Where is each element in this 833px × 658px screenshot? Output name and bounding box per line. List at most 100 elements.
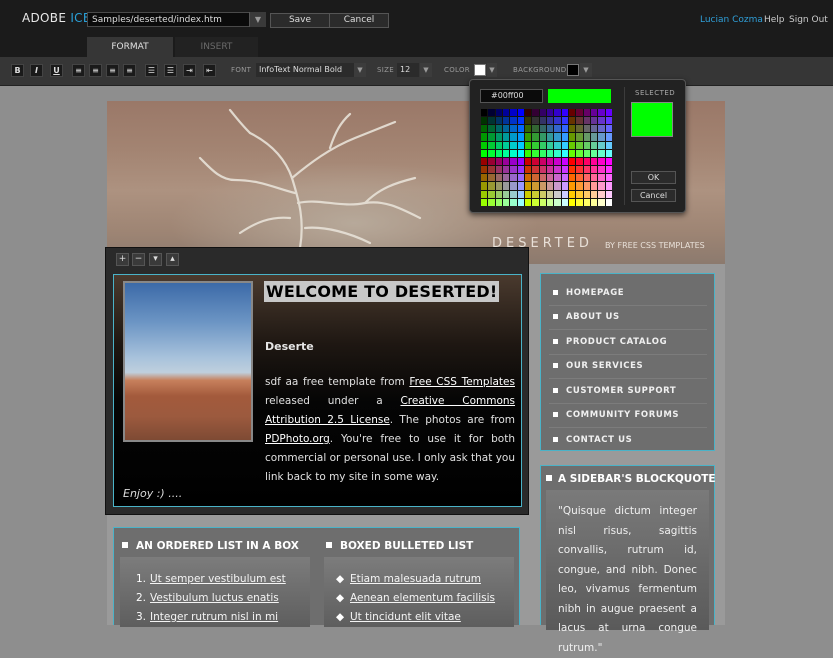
color-swatch-cell[interactable]: [583, 109, 590, 117]
main-subheading[interactable]: Deserte: [265, 340, 314, 353]
color-swatch-cell[interactable]: [525, 157, 532, 166]
color-swatch-cell[interactable]: [503, 149, 510, 157]
text-color-swatch[interactable]: [474, 64, 486, 76]
chevron-down-icon[interactable]: ▼: [487, 63, 497, 77]
color-swatch-cell[interactable]: [539, 157, 546, 166]
color-swatch-cell[interactable]: [488, 149, 495, 157]
page-url-field[interactable]: Samples/deserted/index.htm: [87, 12, 265, 27]
color-swatch-cell[interactable]: [598, 149, 605, 157]
color-swatch-cell[interactable]: [495, 117, 502, 125]
color-swatch-cell[interactable]: [495, 190, 502, 198]
color-swatch-cell[interactable]: [576, 133, 583, 141]
color-swatch-cell[interactable]: [517, 174, 524, 182]
color-swatch-cell[interactable]: [481, 190, 488, 198]
color-swatch-cell[interactable]: [503, 125, 510, 133]
color-swatch-cell[interactable]: [554, 141, 561, 149]
color-swatch-cell[interactable]: [510, 133, 517, 141]
color-swatch-cell[interactable]: [525, 109, 532, 117]
color-swatch-cell[interactable]: [605, 125, 612, 133]
color-swatch-cell[interactable]: [569, 141, 576, 149]
color-swatch-cell[interactable]: [591, 198, 598, 206]
color-swatch-cell[interactable]: [547, 157, 554, 166]
color-swatch-cell[interactable]: [605, 166, 612, 174]
list-item[interactable]: 1. Ut semper vestibulum est: [136, 573, 286, 585]
color-swatch-cell[interactable]: [539, 133, 546, 141]
color-swatch-cell[interactable]: [591, 190, 598, 198]
color-swatch-cell[interactable]: [488, 141, 495, 149]
list-item-link[interactable]: Integer rutrum nisl in mi: [150, 611, 278, 623]
background-color-swatch[interactable]: [567, 64, 579, 76]
color-swatch-cell[interactable]: [532, 198, 539, 206]
color-swatch-cell[interactable]: [510, 117, 517, 125]
color-swatch-cell[interactable]: [510, 157, 517, 166]
color-swatch-cell[interactable]: [569, 133, 576, 141]
color-swatch-cell[interactable]: [598, 109, 605, 117]
color-swatch-cell[interactable]: [517, 190, 524, 198]
color-swatch-cell[interactable]: [605, 133, 612, 141]
sign-out-link[interactable]: Sign Out: [789, 15, 828, 25]
color-swatch-cell[interactable]: [547, 125, 554, 133]
color-swatch-cell[interactable]: [561, 174, 568, 182]
color-swatch-cell[interactable]: [554, 174, 561, 182]
free-css-templates-link[interactable]: Free CSS Templates: [409, 376, 515, 388]
font-select[interactable]: InfoText Normal Bold: [256, 63, 354, 77]
color-swatch-cell[interactable]: [539, 174, 546, 182]
color-swatch-cell[interactable]: [481, 182, 488, 190]
color-swatch-cell[interactable]: [547, 149, 554, 157]
color-swatch-cell[interactable]: [554, 182, 561, 190]
color-swatch-cell[interactable]: [598, 117, 605, 125]
color-swatch-cell[interactable]: [569, 166, 576, 174]
color-swatch-cell[interactable]: [510, 190, 517, 198]
align-center-icon[interactable]: ≡: [89, 64, 102, 77]
color-swatch-cell[interactable]: [576, 109, 583, 117]
color-swatch-cell[interactable]: [576, 117, 583, 125]
color-swatch-cell[interactable]: [525, 166, 532, 174]
color-swatch-cell[interactable]: [583, 117, 590, 125]
align-left-icon[interactable]: ≡: [72, 64, 85, 77]
color-swatch-cell[interactable]: [488, 198, 495, 206]
color-swatch-cell[interactable]: [576, 125, 583, 133]
color-swatch-cell[interactable]: [547, 198, 554, 206]
color-swatch-cell[interactable]: [591, 166, 598, 174]
color-swatch-cell[interactable]: [569, 174, 576, 182]
color-swatch-cell[interactable]: [547, 141, 554, 149]
color-swatch-cell[interactable]: [598, 174, 605, 182]
color-swatch-cell[interactable]: [554, 157, 561, 166]
list-item[interactable]: ◆ Etiam malesuada rutrum: [336, 573, 481, 585]
color-swatch-cell[interactable]: [539, 182, 546, 190]
color-swatch-cell[interactable]: [525, 174, 532, 182]
list-item-link[interactable]: Ut tincidunt elit vitae: [350, 611, 461, 623]
color-swatch-cell[interactable]: [517, 125, 524, 133]
sidebar-item-our-services[interactable]: OUR SERVICES: [553, 361, 643, 371]
color-swatch-cell[interactable]: [532, 182, 539, 190]
chevron-down-icon[interactable]: ▼: [354, 63, 366, 77]
color-swatch-cell[interactable]: [481, 133, 488, 141]
color-swatch-cell[interactable]: [495, 149, 502, 157]
color-swatch-cell[interactable]: [495, 174, 502, 182]
color-swatch-cell[interactable]: [532, 109, 539, 117]
color-swatch-cell[interactable]: [576, 149, 583, 157]
color-swatch-cell[interactable]: [591, 174, 598, 182]
move-down-icon[interactable]: ▾: [149, 253, 162, 266]
color-swatch-cell[interactable]: [583, 182, 590, 190]
help-link[interactable]: Help: [764, 15, 785, 25]
color-swatch-cell[interactable]: [547, 117, 554, 125]
color-swatch-cell[interactable]: [481, 157, 488, 166]
save-button[interactable]: Save: [270, 13, 330, 28]
color-swatch-cell[interactable]: [591, 157, 598, 166]
color-swatch-cell[interactable]: [569, 125, 576, 133]
color-swatch-cell[interactable]: [605, 190, 612, 198]
color-swatch-cell[interactable]: [583, 125, 590, 133]
color-swatch-cell[interactable]: [495, 157, 502, 166]
color-swatch-cell[interactable]: [583, 166, 590, 174]
color-swatch-cell[interactable]: [488, 190, 495, 198]
color-swatch-cell[interactable]: [583, 141, 590, 149]
color-swatch-cell[interactable]: [525, 133, 532, 141]
list-item-link[interactable]: Vestibulum luctus enatis: [150, 592, 279, 604]
chevron-down-icon[interactable]: ▼: [420, 63, 432, 77]
color-swatch-cell[interactable]: [583, 133, 590, 141]
list-item-link[interactable]: Aenean elementum facilisis: [350, 592, 495, 604]
color-swatch-cell[interactable]: [576, 174, 583, 182]
color-swatch-cell[interactable]: [583, 174, 590, 182]
sidebar-item-about-us[interactable]: ABOUT US: [553, 312, 620, 322]
